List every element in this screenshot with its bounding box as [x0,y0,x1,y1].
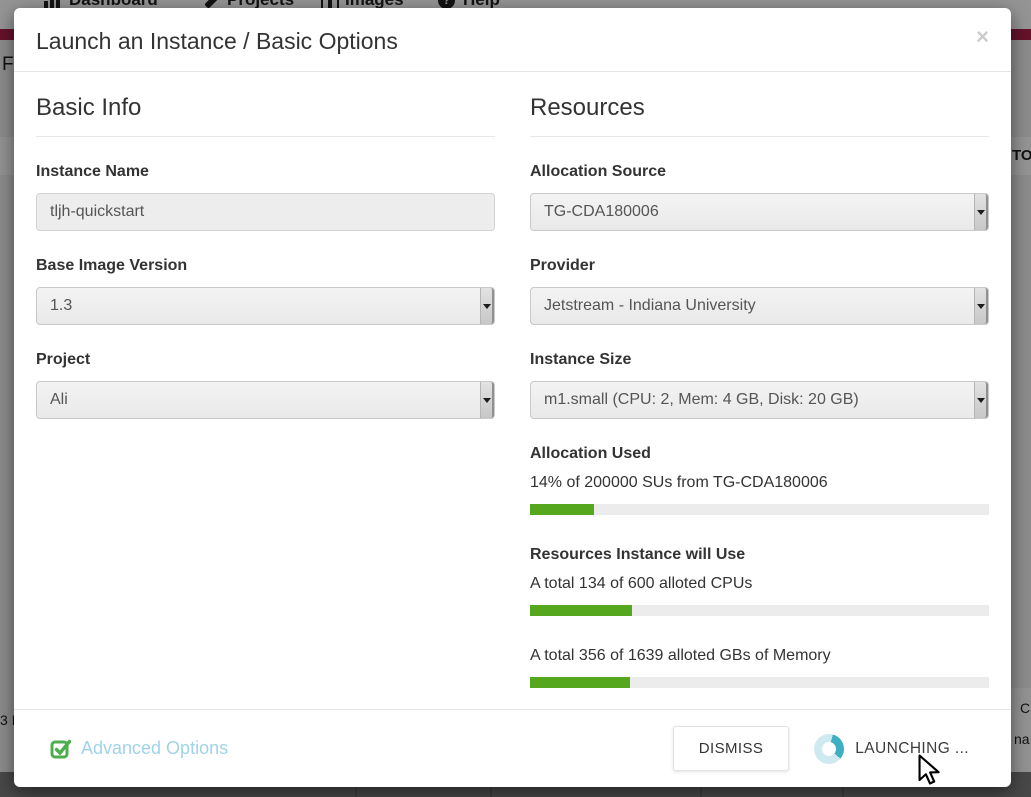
provider-label: Provider [530,257,989,275]
selected-value: Ali [50,391,68,409]
cpu-progressbar [530,605,989,616]
launching-label: LAUNCHING ... [855,740,969,758]
allocation-used-text: 14% of 200000 SUs from TG-CDA180006 [530,474,989,492]
allocation-used-block: Allocation Used 14% of 200000 SUs from T… [530,445,989,515]
screen: Dashboard Projects Images ? Help F TO 3 … [0,0,1031,797]
modal-body: Basic Info Instance Name Base Image Vers… [14,72,1011,719]
allocation-source-group: Allocation Source TG-CDA180006 [530,163,989,231]
base-image-version-group: Base Image Version 1.3 [36,257,495,325]
progress-fill [530,605,632,616]
cpu-usage-text: A total 134 of 600 alloted CPUs [530,575,989,593]
selected-value: m1.small (CPU: 2, Mem: 4 GB, Disk: 20 GB… [544,391,859,409]
memory-progressbar [530,677,989,688]
selected-value: Jetstream - Indiana University [544,297,756,315]
instance-size-group: Instance Size m1.small (CPU: 2, Mem: 4 G… [530,351,989,419]
chevron-down-icon [977,304,985,309]
resources-will-use-block: Resources Instance will Use A total 134 … [530,546,989,688]
launching-status: LAUNCHING ... [814,734,969,764]
instance-name-label: Instance Name [36,163,495,181]
spinner-icon [814,734,844,764]
project-select[interactable]: Ali [36,381,495,419]
close-icon[interactable]: × [976,26,989,48]
instance-size-select[interactable]: m1.small (CPU: 2, Mem: 4 GB, Disk: 20 GB… [530,381,989,419]
resources-column: Resources Allocation Source TG-CDA180006… [530,90,989,719]
allocation-source-label: Allocation Source [530,163,989,181]
resources-heading: Resources [530,90,989,137]
advanced-options-label: Advanced Options [81,738,228,759]
modal-title: Launch an Instance / Basic Options [36,28,989,55]
modal-footer: Advanced Options DISMISS LAUNCHING ... [14,709,1011,787]
basic-info-column: Basic Info Instance Name Base Image Vers… [36,90,495,719]
instance-size-label: Instance Size [530,351,989,369]
launch-instance-modal: Launch an Instance / Basic Options × Bas… [14,8,1011,787]
project-group: Project Ali [36,351,495,419]
base-image-version-label: Base Image Version [36,257,495,275]
check-square-icon [50,738,71,759]
instance-name-group: Instance Name [36,163,495,231]
instance-name-input[interactable] [36,193,495,231]
allocation-used-label: Allocation Used [530,445,989,463]
provider-select[interactable]: Jetstream - Indiana University [530,287,989,325]
dismiss-button[interactable]: DISMISS [673,726,789,771]
selected-value: 1.3 [50,297,72,315]
progress-fill [530,677,630,688]
selected-value: TG-CDA180006 [544,203,659,221]
allocation-source-select[interactable]: TG-CDA180006 [530,193,989,231]
modal-header: Launch an Instance / Basic Options × [14,8,1011,72]
chevron-down-icon [483,398,491,403]
provider-group: Provider Jetstream - Indiana University [530,257,989,325]
progress-fill [530,504,594,515]
memory-usage-text: A total 356 of 1639 alloted GBs of Memor… [530,647,989,665]
chevron-down-icon [483,304,491,309]
project-label: Project [36,351,495,369]
will-use-label: Resources Instance will Use [530,546,989,564]
mouse-cursor [918,754,940,785]
chevron-down-icon [977,210,985,215]
base-image-version-select[interactable]: 1.3 [36,287,495,325]
allocation-used-progressbar [530,504,989,515]
advanced-options-link[interactable]: Advanced Options [50,738,228,759]
basic-info-heading: Basic Info [36,90,495,137]
chevron-down-icon [977,398,985,403]
